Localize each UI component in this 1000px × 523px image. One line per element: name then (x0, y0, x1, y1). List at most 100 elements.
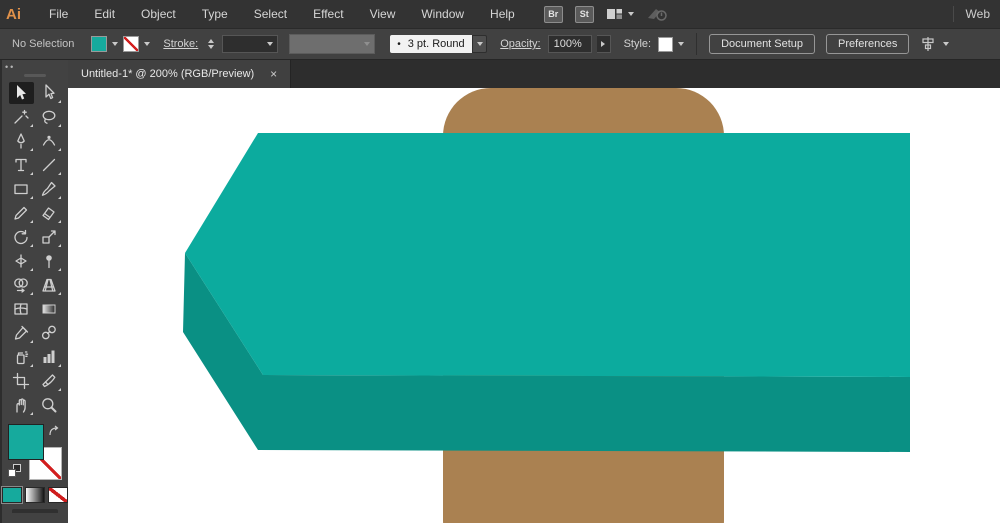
chevron-down-icon (364, 42, 371, 46)
close-tab-icon[interactable]: × (270, 68, 277, 80)
menu-window[interactable]: Window (408, 7, 477, 21)
arrange-documents-icon (606, 9, 622, 19)
eyedropper-tool[interactable] (9, 322, 34, 344)
shape-builder-tool[interactable] (9, 274, 34, 296)
symbol-sprayer-icon (16, 351, 29, 365)
selection-status: No Selection (12, 38, 75, 50)
paintbrush-icon (41, 181, 56, 196)
panel-drag-grip[interactable] (24, 74, 46, 77)
stroke-color-swatch[interactable] (123, 36, 140, 52)
curvature-tool[interactable] (37, 130, 62, 152)
menu-type[interactable]: Type (189, 7, 241, 21)
chevron-down-icon (627, 12, 634, 16)
stock-button[interactable]: St (574, 5, 594, 23)
preferences-button[interactable]: Preferences (826, 34, 910, 54)
menu-view[interactable]: View (357, 7, 409, 21)
scale-tool[interactable] (37, 226, 62, 248)
align-options-dropdown[interactable] (920, 36, 950, 52)
pen-icon (17, 133, 25, 149)
graphic-style-swatch[interactable] (658, 36, 674, 52)
gradient-mode-button[interactable] (25, 487, 45, 503)
slice-tool[interactable] (37, 370, 62, 392)
draw-mode-button[interactable] (12, 509, 58, 513)
brush-dot-icon: • (397, 38, 401, 50)
document-setup-button[interactable]: Document Setup (709, 34, 816, 54)
opacity-label[interactable]: Opacity: (500, 38, 540, 50)
document-tab[interactable]: Untitled-1* @ 200% (RGB/Preview) × (68, 60, 292, 88)
chevron-down-icon[interactable] (112, 42, 119, 46)
rotate-tool[interactable] (9, 226, 34, 248)
perspective-grid-tool[interactable] (37, 274, 62, 296)
stroke-weight-stepper[interactable] (205, 39, 217, 49)
brush-definition-field[interactable]: • 3 pt. Round (390, 35, 473, 53)
gradient-tool[interactable] (37, 298, 62, 320)
menu-effect[interactable]: Effect (300, 7, 356, 21)
canvas-area[interactable] (68, 88, 1000, 523)
magic-wand-icon (14, 109, 29, 124)
opacity-input[interactable]: 100% (547, 35, 592, 53)
mesh-tool[interactable] (9, 298, 34, 320)
pen-tool[interactable] (9, 130, 34, 152)
bridge-button[interactable]: Br (543, 5, 563, 23)
share-document-icon[interactable] (646, 6, 668, 22)
direct-selection-icon (45, 84, 55, 100)
eraser-icon (42, 207, 55, 221)
color-mode-button[interactable] (1, 486, 23, 504)
workspace-switcher[interactable]: Web (966, 7, 990, 21)
stroke-weight-dropdown[interactable] (222, 35, 279, 53)
chevron-down-icon[interactable] (678, 42, 685, 46)
width-icon (15, 254, 27, 268)
rectangle-tool[interactable] (9, 178, 34, 200)
curvature-icon (42, 135, 56, 146)
slice-icon (42, 374, 56, 388)
align-icon (922, 37, 934, 51)
menu-help[interactable]: Help (477, 7, 528, 21)
shape-builder-icon (14, 278, 28, 293)
width-tool[interactable] (9, 250, 34, 272)
artboard-tool[interactable] (9, 370, 34, 392)
artwork-banner-top-shape[interactable] (185, 133, 910, 377)
document-tab-title: Untitled-1* @ 200% (RGB/Preview) (81, 68, 255, 80)
line-segment-icon (42, 158, 56, 172)
zoom-tool[interactable] (37, 394, 62, 416)
panel-collapse-handle[interactable]: •• (2, 61, 68, 72)
stroke-label[interactable]: Stroke: (163, 38, 198, 50)
direct-selection-tool[interactable] (37, 82, 62, 104)
opacity-more-button[interactable] (596, 35, 611, 53)
app-bar: Ai File Edit Object Type Select Effect V… (0, 0, 1000, 28)
arrange-documents-dropdown[interactable] (606, 7, 634, 21)
menu-edit[interactable]: Edit (81, 7, 128, 21)
menu-select[interactable]: Select (241, 7, 300, 21)
selection-tool[interactable] (8, 82, 34, 104)
tools-panel: •• (0, 60, 68, 523)
puppet-warp-icon (46, 255, 52, 269)
perspective-grid-icon (42, 278, 56, 292)
line-segment-tool[interactable] (37, 154, 62, 176)
fill-indicator[interactable] (8, 424, 44, 460)
hand-tool[interactable] (9, 394, 34, 416)
shaper-tool[interactable] (9, 202, 34, 224)
default-colors-icon[interactable] (8, 464, 21, 477)
step-down-icon (208, 45, 215, 49)
brush-definition-dropdown[interactable] (472, 35, 488, 53)
eraser-tool[interactable] (37, 202, 62, 224)
paintbrush-tool[interactable] (37, 178, 62, 200)
menu-file[interactable]: File (36, 7, 81, 21)
mesh-icon (14, 303, 28, 315)
menu-object[interactable]: Object (128, 7, 189, 21)
chevron-down-icon[interactable] (144, 42, 151, 46)
lasso-tool[interactable] (37, 106, 62, 128)
width-profile-dropdown (289, 34, 376, 54)
puppet-warp-tool[interactable] (37, 250, 62, 272)
step-up-icon (208, 39, 215, 43)
divider (952, 6, 954, 22)
magic-wand-tool[interactable] (9, 106, 34, 128)
blend-tool[interactable] (37, 322, 62, 344)
none-mode-button[interactable] (48, 487, 68, 503)
hand-icon (16, 398, 26, 413)
fill-color-swatch[interactable] (91, 36, 108, 52)
symbol-sprayer-tool[interactable] (9, 346, 34, 368)
type-tool[interactable] (9, 154, 34, 176)
column-graph-tool[interactable] (37, 346, 62, 368)
swap-fill-stroke-icon[interactable] (48, 425, 61, 437)
